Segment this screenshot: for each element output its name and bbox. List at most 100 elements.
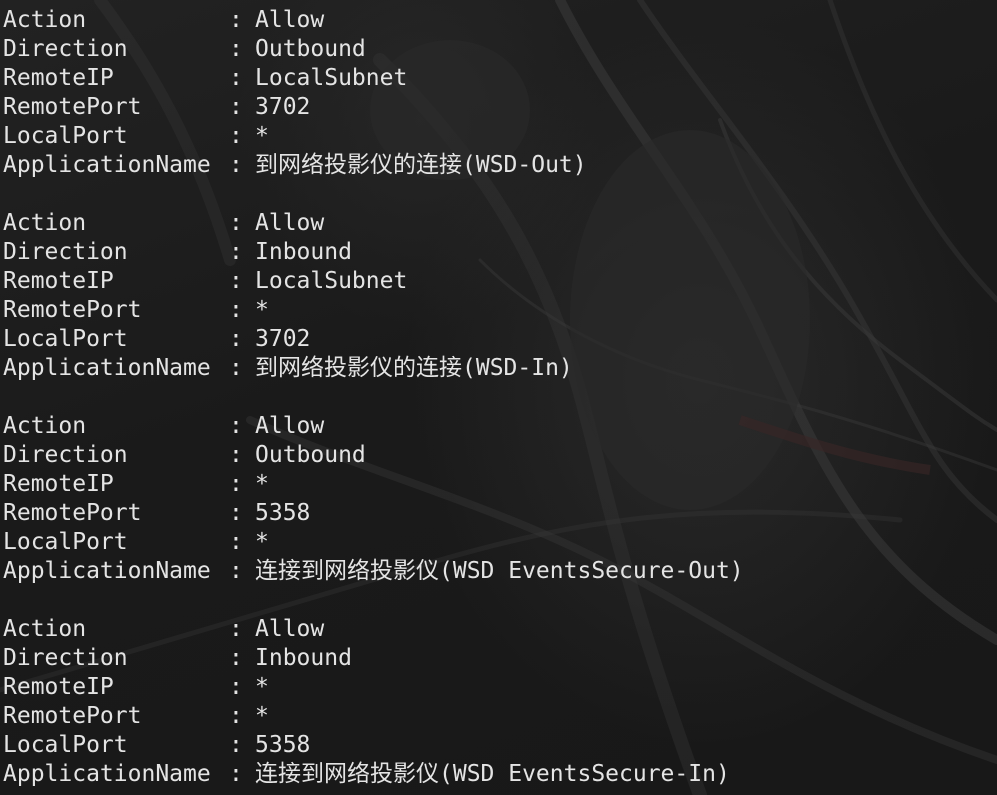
property-line: Direction: Outbound [3, 35, 744, 64]
property-value: * [255, 471, 269, 497]
property-name: RemotePort [3, 94, 142, 120]
property-name: Direction [3, 645, 128, 671]
property-value: Allow [255, 616, 325, 642]
property-separator: : [229, 297, 243, 323]
property-line: LocalPort:3702 [3, 325, 744, 354]
property-separator: : [229, 732, 243, 758]
property-name: LocalPort [3, 326, 128, 352]
property-value: Allow [255, 413, 325, 439]
firewall-rule-record: Action: Allow Direction: Outbound RemoteIP: L… [3, 6, 744, 180]
property-separator: : [229, 413, 243, 439]
property-value: Inbound [255, 645, 352, 671]
property-line: ApplicationName: 到网络投影仪的连接(WSD-In) [3, 354, 744, 383]
property-value: Allow [255, 7, 325, 33]
property-line: ApplicationName: 连接到网络投影仪(WSD EventsSecur… [3, 557, 744, 586]
property-name: Action [3, 210, 87, 236]
property-line: Action: Allow [3, 412, 744, 441]
property-name: LocalPort [3, 529, 128, 555]
property-value: 连接到网络投影仪(WSD EventsSecure-Out) [255, 558, 744, 584]
property-value: Outbound [255, 442, 366, 468]
property-name: Action [3, 616, 87, 642]
property-separator: : [229, 674, 243, 700]
property-name: LocalPort [3, 123, 128, 149]
terminal-window[interactable]: Action: Allow Direction: Outbound RemoteIP: L… [0, 0, 997, 795]
property-name: Direction [3, 36, 128, 62]
property-line: ApplicationName: 连接到网络投影仪(WSD EventsSecur… [3, 760, 744, 789]
property-separator: : [229, 152, 243, 178]
property-name: ApplicationName [3, 355, 211, 381]
property-name: ApplicationName [3, 558, 211, 584]
property-value: * [255, 123, 269, 149]
property-line: Direction: Inbound [3, 238, 744, 267]
property-line: Action: Allow [3, 209, 744, 238]
firewall-rule-record: Action: Allow Direction: Inbound RemoteIP: * R… [3, 615, 744, 789]
property-separator: : [229, 442, 243, 468]
property-separator: : [229, 326, 243, 352]
property-value: Allow [255, 210, 325, 236]
property-value: Inbound [255, 239, 352, 265]
property-line: RemoteIP: LocalSubnet [3, 267, 744, 296]
property-value: * [255, 529, 269, 555]
terminal-output: Action: Allow Direction: Outbound RemoteIP: L… [3, 6, 744, 789]
property-separator: : [229, 558, 243, 584]
property-name: Direction [3, 239, 128, 265]
property-separator: : [229, 471, 243, 497]
property-value: LocalSubnet [255, 268, 408, 294]
property-separator: : [229, 616, 243, 642]
property-name: RemoteIP [3, 674, 114, 700]
property-separator: : [229, 761, 243, 787]
property-line: Direction: Inbound [3, 644, 744, 673]
property-value: 5358 [255, 732, 311, 758]
property-value: 3702 [255, 94, 311, 120]
property-value: * [255, 703, 269, 729]
property-separator: : [229, 645, 243, 671]
property-name: Direction [3, 442, 128, 468]
property-name: RemoteIP [3, 65, 114, 91]
property-name: Action [3, 413, 87, 439]
property-line: RemotePort:3702 [3, 93, 744, 122]
property-separator: : [229, 7, 243, 33]
property-separator: : [229, 355, 243, 381]
property-separator: : [229, 529, 243, 555]
property-line: ApplicationName: 到网络投影仪的连接(WSD-Out) [3, 151, 744, 180]
property-separator: : [229, 500, 243, 526]
property-separator: : [229, 65, 243, 91]
property-separator: : [229, 210, 243, 236]
firewall-rule-record: Action: Allow Direction: Inbound RemoteIP: Lo… [3, 209, 744, 383]
property-line: RemotePort: * [3, 296, 744, 325]
property-line: RemoteIP: * [3, 470, 744, 499]
property-separator: : [229, 268, 243, 294]
property-line: LocalPort: * [3, 528, 744, 557]
property-name: RemotePort [3, 500, 142, 526]
property-value: 连接到网络投影仪(WSD EventsSecure-In) [255, 761, 730, 787]
property-line: RemotePort: * [3, 702, 744, 731]
property-name: RemoteIP [3, 471, 114, 497]
property-value: 3702 [255, 326, 311, 352]
property-value: * [255, 297, 269, 323]
property-line: RemoteIP: LocalSubnet [3, 64, 744, 93]
property-line: RemoteIP: * [3, 673, 744, 702]
property-value: Outbound [255, 36, 366, 62]
property-line: Direction: Outbound [3, 441, 744, 470]
property-separator: : [229, 36, 243, 62]
property-value: 到网络投影仪的连接(WSD-In) [255, 355, 573, 381]
property-separator: : [229, 703, 243, 729]
property-name: LocalPort [3, 732, 128, 758]
property-name: RemotePort [3, 703, 142, 729]
property-name: RemoteIP [3, 268, 114, 294]
property-name: ApplicationName [3, 152, 211, 178]
property-line: LocalPort: * [3, 122, 744, 151]
property-separator: : [229, 94, 243, 120]
property-value: 到网络投影仪的连接(WSD-Out) [255, 152, 587, 178]
property-line: Action: Allow [3, 615, 744, 644]
property-name: Action [3, 7, 87, 33]
property-line: Action: Allow [3, 6, 744, 35]
property-value: LocalSubnet [255, 65, 408, 91]
property-value: 5358 [255, 500, 311, 526]
property-separator: : [229, 239, 243, 265]
property-name: RemotePort [3, 297, 142, 323]
firewall-rule-record: Action: Allow Direction: Outbound RemoteIP: *… [3, 412, 744, 586]
property-line: LocalPort:5358 [3, 731, 744, 760]
property-name: ApplicationName [3, 761, 211, 787]
property-value: * [255, 674, 269, 700]
